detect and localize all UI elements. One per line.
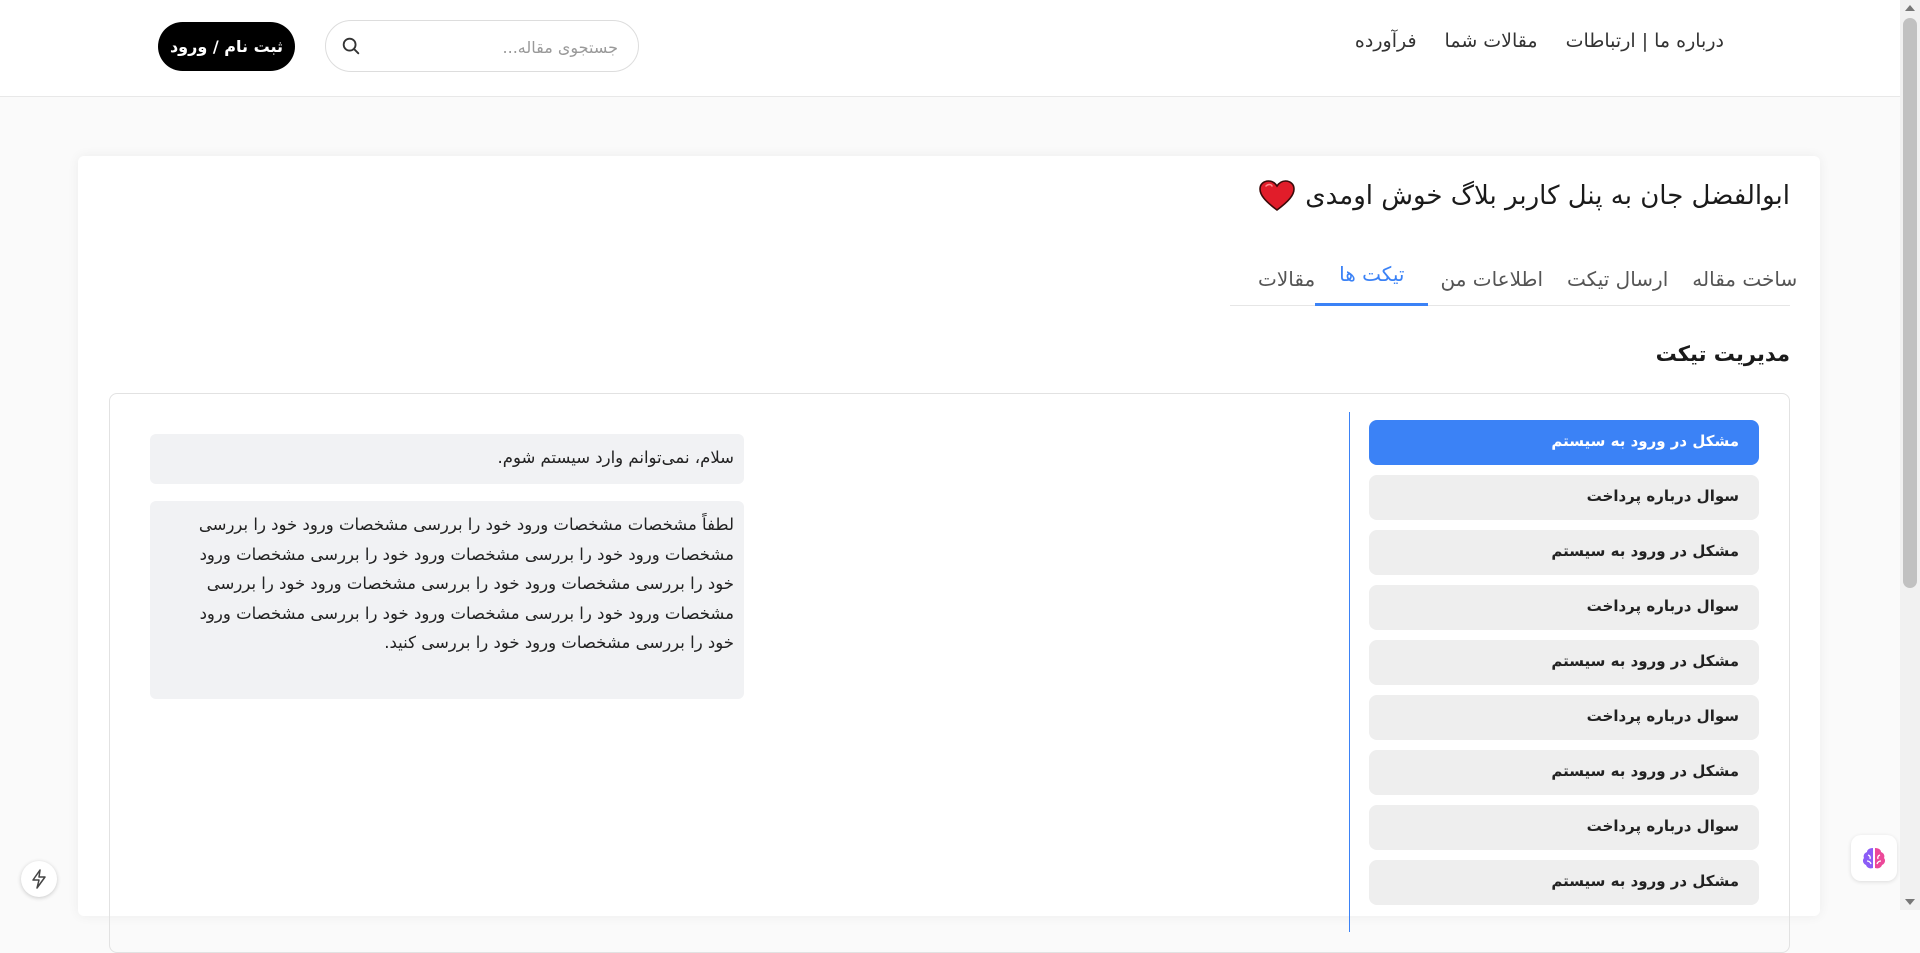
site-header: فرآورده مقالات شما درباره ما | ارتباطات … xyxy=(0,0,1900,97)
tab-tickets[interactable]: تیکت ها xyxy=(1315,262,1429,306)
ticket-item[interactable]: سوال درباره پرداخت xyxy=(1369,585,1759,630)
tab-my-info[interactable]: اطلاعات من xyxy=(1428,267,1555,305)
welcome-heading: ابوالفضل جان به پنل کاربر بلاگ خوش اومدی xyxy=(1259,180,1790,212)
ticket-panel: مشکل در ورود به سیستم سوال درباره پرداخت… xyxy=(109,393,1790,953)
scroll-up-icon[interactable] xyxy=(1905,5,1915,11)
nav-item-products[interactable]: فرآورده xyxy=(1355,30,1417,52)
ticket-item[interactable]: سوال درباره پرداخت xyxy=(1369,805,1759,850)
main-nav: فرآورده مقالات شما درباره ما | ارتباطات xyxy=(1355,30,1724,52)
login-register-button[interactable]: ثبت نام / ورود xyxy=(158,22,295,71)
ticket-item[interactable]: مشکل در ورود به سیستم xyxy=(1369,750,1759,795)
nav-item-your-articles[interactable]: مقالات شما xyxy=(1445,30,1538,52)
search-input[interactable] xyxy=(370,34,620,60)
scroll-down-icon[interactable] xyxy=(1905,899,1915,905)
ticket-item[interactable]: مشکل در ورود به سیستم xyxy=(1369,530,1759,575)
brain-icon xyxy=(1862,848,1886,869)
quick-action-button[interactable] xyxy=(21,861,57,897)
search-icon[interactable] xyxy=(340,35,362,57)
tab-create-article[interactable]: ساخت مقاله xyxy=(1680,267,1809,305)
ticket-item[interactable]: مشکل در ورود به سیستم xyxy=(1369,640,1759,685)
welcome-text: ابوالفضل جان به پنل کاربر بلاگ خوش اومدی xyxy=(1305,181,1790,211)
section-title: مدیریت تیکت xyxy=(1655,342,1790,366)
search-box xyxy=(325,20,639,72)
ticket-item[interactable]: سوال درباره پرداخت xyxy=(1369,695,1759,740)
assistant-button[interactable] xyxy=(1851,835,1897,881)
tab-articles[interactable]: مقالات xyxy=(1230,267,1315,305)
message-bubble-reply: لطفاً مشخصات مشخصات ورود خود را بررسی مش… xyxy=(150,501,744,699)
scroll-thumb[interactable] xyxy=(1903,18,1917,588)
lightning-icon xyxy=(32,869,46,889)
user-panel-card: ابوالفضل جان به پنل کاربر بلاگ خوش اومدی… xyxy=(78,156,1820,953)
ticket-item[interactable]: مشکل در ورود به سیستم xyxy=(1369,860,1759,905)
panel-tabs: مقالات تیکت ها اطلاعات من ارسال تیکت ساخ… xyxy=(1230,254,1797,306)
ticket-item[interactable]: سوال درباره پرداخت xyxy=(1369,475,1759,520)
heart-icon xyxy=(1259,180,1296,212)
nav-item-about-contact[interactable]: درباره ما | ارتباطات xyxy=(1566,30,1724,52)
tab-send-ticket[interactable]: ارسال تیکت xyxy=(1555,267,1680,305)
page-scrollbar[interactable] xyxy=(1900,0,1920,910)
ticket-item[interactable]: مشکل در ورود به سیستم xyxy=(1369,420,1759,465)
message-bubble-user: سلام، نمی‌توانم وارد سیستم شوم. xyxy=(150,434,744,484)
ticket-list[interactable]: مشکل در ورود به سیستم سوال درباره پرداخت… xyxy=(1349,412,1759,932)
